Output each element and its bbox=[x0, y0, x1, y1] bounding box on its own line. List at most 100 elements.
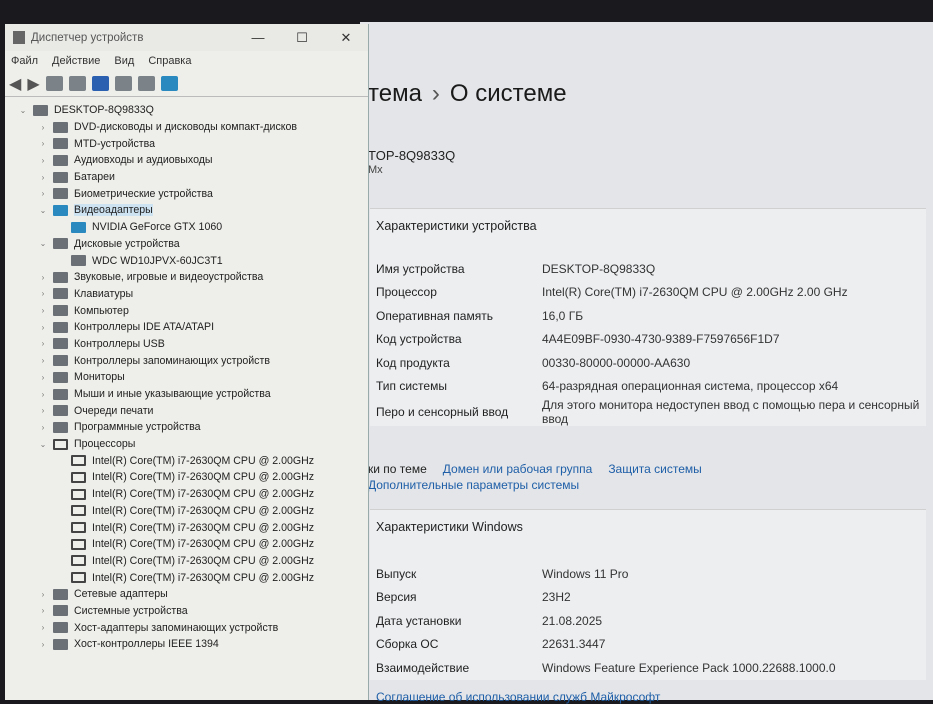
tree-category[interactable]: › Контроллеры USB bbox=[13, 336, 368, 353]
category-icon bbox=[53, 321, 68, 333]
tree-category[interactable]: › Аудиовходы и аудиовыходы bbox=[13, 152, 368, 169]
chevron-right-icon[interactable]: › bbox=[33, 640, 53, 649]
tree-category[interactable]: ⌄ Процессоры bbox=[13, 436, 368, 453]
window-title: Диспетчер устройств bbox=[31, 31, 144, 44]
maximize-button[interactable]: ☐ bbox=[280, 30, 324, 46]
tree-category[interactable]: › Хост-адаптеры запоминающих устройств bbox=[13, 619, 368, 636]
chevron-right-icon[interactable]: › bbox=[33, 323, 53, 332]
chevron-down-icon[interactable]: ⌄ bbox=[33, 239, 53, 248]
chevron-right-icon[interactable]: › bbox=[33, 423, 53, 432]
tree-device[interactable]: Intel(R) Core(TM) i7-2630QM CPU @ 2.00GH… bbox=[13, 536, 368, 553]
category-icon bbox=[53, 121, 68, 133]
category-label: Сетевые адаптеры bbox=[74, 588, 168, 601]
link-system-protection[interactable]: Защита системы bbox=[608, 462, 701, 476]
tree-category[interactable]: › Компьютер bbox=[13, 302, 368, 319]
tree-device[interactable]: Intel(R) Core(TM) i7-2630QM CPU @ 2.00GH… bbox=[13, 452, 368, 469]
back-arrow-icon[interactable]: ◀ bbox=[9, 74, 21, 94]
services-agreement-link[interactable]: Соглашение об использовании служб Майкро… bbox=[376, 690, 660, 704]
tree-device[interactable]: Intel(R) Core(TM) i7-2630QM CPU @ 2.00GH… bbox=[13, 503, 368, 520]
page-title: О системе bbox=[449, 80, 567, 107]
tree-category[interactable]: › Биометрические устройства bbox=[13, 185, 368, 202]
category-icon bbox=[53, 588, 68, 600]
close-button[interactable]: ✕ bbox=[324, 30, 368, 46]
tree-category[interactable]: › Очереди печати bbox=[13, 402, 368, 419]
help-icon[interactable] bbox=[91, 76, 109, 91]
tree-category[interactable]: › Мониторы bbox=[13, 369, 368, 386]
chevron-right-icon[interactable]: › bbox=[33, 590, 53, 599]
breadcrumb-parent[interactable]: тема bbox=[368, 80, 422, 107]
category-icon bbox=[53, 388, 68, 400]
chevron-right-icon[interactable]: › bbox=[33, 273, 53, 282]
chevron-right-icon[interactable]: › bbox=[33, 306, 53, 315]
tree-device[interactable]: Intel(R) Core(TM) i7-2630QM CPU @ 2.00GH… bbox=[13, 569, 368, 586]
menu-view[interactable]: Вид bbox=[114, 55, 134, 67]
category-icon bbox=[53, 271, 68, 283]
spec-value: Для этого монитора недоступен ввод с пом… bbox=[542, 398, 920, 426]
tree-root[interactable]: ⌄ DESKTOP-8Q9833Q bbox=[13, 102, 368, 119]
spec-row: Версия 23H2 bbox=[370, 586, 926, 610]
menu-help[interactable]: Справка bbox=[148, 55, 191, 67]
device-specs-title[interactable]: Характеристики устройства bbox=[370, 209, 926, 243]
forward-arrow-icon[interactable]: ▶ bbox=[27, 74, 39, 94]
tree-category[interactable]: › Контроллеры запоминающих устройств bbox=[13, 352, 368, 369]
chevron-down-icon[interactable]: ⌄ bbox=[13, 106, 33, 115]
tree-category[interactable]: › Контроллеры IDE ATA/ATAPI bbox=[13, 319, 368, 336]
tree-category[interactable]: › Системные устройства bbox=[13, 603, 368, 620]
tree-category[interactable]: › Хост-контроллеры IEEE 1394 bbox=[13, 636, 368, 653]
minimize-button[interactable]: — bbox=[236, 30, 280, 46]
properties-icon[interactable] bbox=[68, 76, 86, 91]
category-label: Мыши и иные указывающие устройства bbox=[74, 388, 271, 401]
spec-row: Имя устройства DESKTOP-8Q9833Q bbox=[370, 257, 926, 281]
tree-device[interactable]: Intel(R) Core(TM) i7-2630QM CPU @ 2.00GH… bbox=[13, 486, 368, 503]
spec-value: Windows Feature Experience Pack 1000.226… bbox=[542, 660, 836, 675]
tree-device[interactable]: Intel(R) Core(TM) i7-2630QM CPU @ 2.00GH… bbox=[13, 519, 368, 536]
tree-category[interactable]: ⌄ Дисковые устройства bbox=[13, 236, 368, 253]
chevron-right-icon[interactable]: › bbox=[33, 623, 53, 632]
menu-file[interactable]: Файл bbox=[11, 55, 38, 67]
chevron-right-icon[interactable]: › bbox=[33, 173, 53, 182]
category-icon bbox=[53, 405, 68, 417]
link-domain-workgroup[interactable]: Домен или рабочая группа bbox=[443, 462, 593, 476]
chevron-right-icon[interactable]: › bbox=[33, 406, 53, 415]
tree-device[interactable]: Intel(R) Core(TM) i7-2630QM CPU @ 2.00GH… bbox=[13, 469, 368, 486]
chevron-down-icon[interactable]: ⌄ bbox=[33, 206, 53, 215]
chevron-right-icon[interactable]: › bbox=[33, 139, 53, 148]
chevron-right-icon[interactable]: › bbox=[33, 156, 53, 165]
chevron-right-icon[interactable]: › bbox=[33, 123, 53, 132]
spec-row: Код продукта 00330-80000-00000-AA630 bbox=[370, 351, 926, 375]
link-advanced-settings[interactable]: Дополнительные параметры системы bbox=[368, 478, 579, 492]
tree-category[interactable]: › Звуковые, игровые и видеоустройства bbox=[13, 269, 368, 286]
tree-device[interactable]: NVIDIA GeForce GTX 1060 bbox=[13, 219, 368, 236]
windows-specs-title[interactable]: Характеристики Windows bbox=[370, 510, 926, 544]
menu-bar: Файл Действие Вид Справка bbox=[5, 51, 368, 71]
category-label: Контроллеры запоминающих устройств bbox=[74, 354, 270, 367]
spec-value: 4A4E09BF-0930-4730-9389-F7597656F1D7 bbox=[542, 332, 780, 347]
tree-category[interactable]: › Клавиатуры bbox=[13, 286, 368, 303]
scan-hardware-icon[interactable] bbox=[160, 76, 178, 91]
chevron-right-icon[interactable]: › bbox=[33, 606, 53, 615]
menu-action[interactable]: Действие bbox=[52, 55, 100, 67]
update-driver-icon[interactable] bbox=[137, 76, 155, 91]
chevron-right-icon[interactable]: › bbox=[33, 189, 53, 198]
chevron-right-icon[interactable]: › bbox=[33, 289, 53, 298]
chevron-right-icon[interactable]: › bbox=[33, 356, 53, 365]
tree-category[interactable]: › Мыши и иные указывающие устройства bbox=[13, 386, 368, 403]
action-pane-icon[interactable] bbox=[114, 76, 132, 91]
chevron-down-icon[interactable]: ⌄ bbox=[33, 440, 53, 449]
tree-category[interactable]: › DVD-дисководы и дисководы компакт-диско… bbox=[13, 119, 368, 136]
tree-category[interactable]: › MTD-устройства bbox=[13, 135, 368, 152]
tree-device[interactable]: Intel(R) Core(TM) i7-2630QM CPU @ 2.00GH… bbox=[13, 553, 368, 570]
tree-category[interactable]: › Сетевые адаптеры bbox=[13, 586, 368, 603]
chevron-right-icon[interactable]: › bbox=[33, 390, 53, 399]
show-hide-console-tree-icon[interactable] bbox=[45, 76, 63, 91]
chevron-right-icon[interactable]: › bbox=[33, 339, 53, 348]
settings-window: тема › О системе TOP-8Q9833Q Mx Характерис… bbox=[360, 22, 933, 704]
tree-category[interactable]: › Программные устройства bbox=[13, 419, 368, 436]
category-label: Хост-адаптеры запоминающих устройств bbox=[74, 621, 279, 634]
spec-key: Тип системы bbox=[376, 379, 447, 394]
chevron-right-icon[interactable]: › bbox=[33, 373, 53, 382]
tree-category[interactable]: › Батареи bbox=[13, 169, 368, 186]
spec-row: Взаимодействие Windows Feature Experience… bbox=[370, 656, 926, 680]
tree-device[interactable]: WDC WD10JPVX-60JC3T1 bbox=[13, 252, 368, 269]
tree-category[interactable]: ⌄ Видеоадаптеры bbox=[13, 202, 368, 219]
